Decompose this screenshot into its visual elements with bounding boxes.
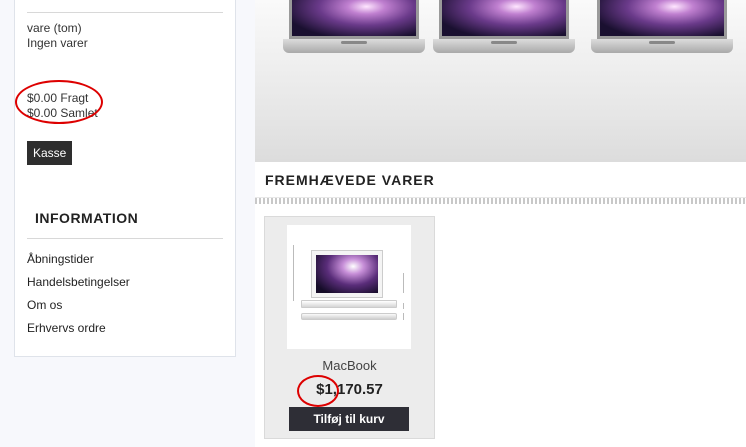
product-name[interactable]: MacBook — [265, 358, 434, 373]
cart-empty-text: Ingen varer — [27, 36, 88, 50]
information-heading: INFORMATION — [35, 210, 139, 226]
cart-shipping: $0.00 Fragt — [27, 91, 89, 105]
sidebar: vare (tom) Ingen varer $0.00 Fragt $0.00… — [14, 0, 236, 357]
dotted-divider — [255, 198, 746, 204]
product-image[interactable] — [287, 225, 411, 349]
featured-heading: FREMHÆVEDE VARER — [265, 172, 435, 188]
divider — [27, 238, 223, 239]
link-about[interactable]: Om os — [27, 298, 62, 312]
divider — [27, 12, 223, 13]
product-price: $1,170.57 — [316, 381, 383, 398]
product-card: MacBook $1,170.57 Tilføj til kurv — [264, 216, 435, 439]
banner-image — [255, 0, 746, 162]
link-business-order[interactable]: Erhvervs ordre — [27, 321, 106, 335]
cart-items-count: vare (tom) — [27, 21, 82, 35]
link-terms[interactable]: Handelsbetingelser — [27, 275, 130, 289]
laptop-image — [433, 0, 575, 54]
laptop-image — [283, 0, 425, 54]
link-opening-hours[interactable]: Åbningstider — [27, 252, 94, 266]
laptop-image — [591, 0, 733, 54]
cart-total: $0.00 Samlet — [27, 106, 98, 120]
main-content: FREMHÆVEDE VARER MacBook $1,170.57 Tilfø… — [255, 0, 746, 447]
add-to-cart-button[interactable]: Tilføj til kurv — [289, 407, 409, 431]
checkout-button[interactable]: Kasse — [27, 141, 73, 165]
